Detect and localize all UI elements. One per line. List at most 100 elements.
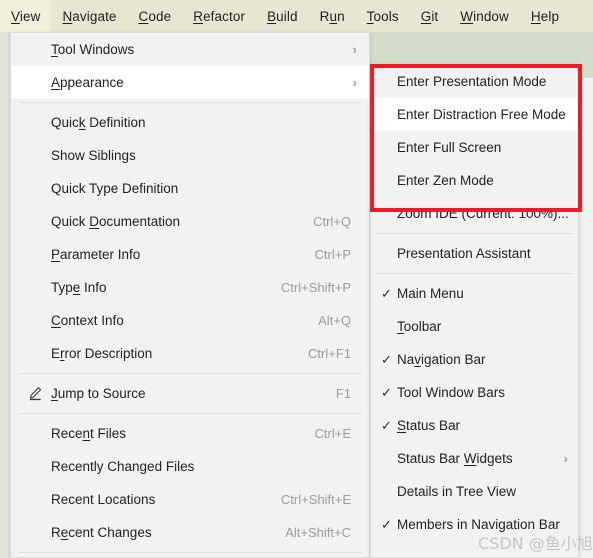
checkmark-icon: ✓ <box>381 385 392 400</box>
view-menu-item-recent-changes[interactable]: Recent Changes Alt+Shift+C <box>11 516 369 549</box>
menubar-item-label: Tools <box>366 8 399 24</box>
menubar-item-label: Code <box>138 8 172 24</box>
appearance-menu-item-navigation-bar[interactable]: ✓ Navigation Bar <box>371 343 578 376</box>
menu-separator <box>19 552 361 553</box>
menu-separator <box>19 102 361 103</box>
view-menu-item-recent-files[interactable]: Recent Files Ctrl+E <box>11 417 369 450</box>
menu-item-label: Status Bar <box>397 418 461 433</box>
menubar-item-help[interactable]: Help <box>520 0 570 32</box>
checkmark-icon: ✓ <box>381 286 392 301</box>
menu-item-shortcut: Ctrl+Q <box>313 214 351 229</box>
menu-item-label: Type Info <box>51 280 107 295</box>
menubar-item-refactor[interactable]: Refactor <box>182 0 256 32</box>
menu-item-label: Enter Distraction Free Mode <box>397 107 566 122</box>
menu-item-label: Presentation Assistant <box>397 246 531 261</box>
menu-item-label: Tool Windows <box>51 42 135 57</box>
appearance-menu-item-presentation-assistant[interactable]: Presentation Assistant <box>371 237 578 270</box>
menubar-item-label: View <box>11 8 41 24</box>
appearance-menu-item-enter-distraction-free-mode[interactable]: Enter Distraction Free Mode <box>371 98 578 131</box>
menu-separator <box>19 373 361 374</box>
view-menu-item-jump-to-source[interactable]: Jump to Source F1 <box>11 377 369 410</box>
menu-item-shortcut: Alt+Shift+C <box>285 525 351 540</box>
view-menu-item-quick-type-definition[interactable]: Quick Type Definition <box>11 172 369 205</box>
menubar-item-code[interactable]: Code <box>128 0 183 32</box>
appearance-menu-item-enter-presentation-mode[interactable]: Enter Presentation Mode <box>371 65 578 98</box>
watermark-text: CSDN @鱼小旭 <box>478 534 593 553</box>
menubar-item-label: Help <box>530 8 560 24</box>
view-menu-item-recent-locations[interactable]: Recent Locations Ctrl+Shift+E <box>11 483 369 516</box>
menubar-item-build[interactable]: Build <box>256 0 309 32</box>
menu-item-shortcut: Ctrl+F1 <box>308 346 351 361</box>
menubar-item-label: Navigate <box>62 8 117 24</box>
screen: View Navigate Code Refactor Build Run Tools Git… <box>0 0 593 558</box>
menubar-item-label: Window <box>460 8 509 24</box>
view-menu-item-error-description[interactable]: Error Description Ctrl+F1 <box>11 337 369 370</box>
view-menu-item-parameter-info[interactable]: Parameter Info Ctrl+P <box>11 238 369 271</box>
menu-item-label: Enter Zen Mode <box>397 173 494 188</box>
view-menu-item-quick-documentation[interactable]: Quick Documentation Ctrl+Q <box>11 205 369 238</box>
appearance-submenu: Enter Presentation Mode Enter Distraction… <box>370 64 579 558</box>
menu-item-label: Enter Presentation Mode <box>397 74 547 89</box>
menu-item-label: Status Bar Widgets <box>397 451 513 466</box>
menu-separator <box>377 273 572 274</box>
chevron-right-icon: › <box>352 42 357 57</box>
view-menu-item-context-info[interactable]: Context Info Alt+Q <box>11 304 369 337</box>
menu-separator <box>377 233 572 234</box>
menu-item-label: Parameter Info <box>51 247 141 262</box>
menu-item-label: Zoom IDE (Current: 100%)... <box>397 206 569 221</box>
view-menu-item-appearance[interactable]: Appearance › <box>11 66 369 99</box>
chevron-right-icon: › <box>352 75 357 90</box>
menubar-item-label: Run <box>319 8 345 24</box>
appearance-menu-item-details-in-tree-view[interactable]: Details in Tree View <box>371 475 578 508</box>
menu-item-label: Quick Type Definition <box>51 181 179 196</box>
view-menu-item-recently-changed-files[interactable]: Recently Changed Files <box>11 450 369 483</box>
appearance-menu-item-tool-window-bars[interactable]: ✓ Tool Window Bars <box>371 376 578 409</box>
menu-item-label: Enter Full Screen <box>397 140 502 155</box>
menu-item-label: Navigation Bar <box>397 352 486 367</box>
menu-item-label: Details in Tree View <box>397 484 517 499</box>
menubar-item-git[interactable]: Git <box>410 0 450 32</box>
appearance-menu-item-status-bar-widgets[interactable]: Status Bar Widgets › <box>371 442 578 475</box>
menu-item-shortcut: Ctrl+P <box>314 247 351 262</box>
menu-item-label: Recently Changed Files <box>51 459 195 474</box>
main-menu-bar: View Navigate Code Refactor Build Run Tools Git… <box>0 0 593 32</box>
appearance-menu-item-main-menu[interactable]: ✓ Main Menu <box>371 277 578 310</box>
menubar-item-label: Git <box>420 8 439 24</box>
view-dropdown-menu: Tool Windows › Appearance › Quick Definition… <box>10 32 370 558</box>
menubar-item-run[interactable]: Run <box>309 0 356 32</box>
menu-item-label: Appearance <box>51 75 124 90</box>
appearance-menu-item-enter-zen-mode[interactable]: Enter Zen Mode <box>371 164 578 197</box>
view-menu-item-quick-definition[interactable]: Quick Definition <box>11 106 369 139</box>
menu-item-label: Jump to Source <box>51 386 146 401</box>
menu-item-shortcut: F1 <box>335 386 351 401</box>
view-menu-item-tool-windows[interactable]: Tool Windows › <box>11 33 369 66</box>
checkmark-icon: ✓ <box>381 517 392 532</box>
menu-item-shortcut: Ctrl+Shift+E <box>280 492 351 507</box>
appearance-menu-item-toolbar[interactable]: Toolbar <box>371 310 578 343</box>
menu-item-label: Quick Documentation <box>51 214 181 229</box>
view-menu-item-type-info[interactable]: Type Info Ctrl+Shift+P <box>11 271 369 304</box>
menu-item-label: Recent Changes <box>51 525 152 540</box>
menubar-item-tools[interactable]: Tools <box>356 0 410 32</box>
appearance-menu-item-status-bar[interactable]: ✓ Status Bar <box>371 409 578 442</box>
appearance-menu-item-enter-full-screen[interactable]: Enter Full Screen <box>371 131 578 164</box>
checkmark-icon: ✓ <box>381 352 392 367</box>
menu-item-label: Main Menu <box>397 286 464 301</box>
checkmark-icon: ✓ <box>381 418 392 433</box>
pencil-icon <box>27 386 43 402</box>
menubar-item-label: Refactor <box>193 8 246 24</box>
menu-separator <box>19 413 361 414</box>
appearance-menu-item-zoom-ide-current-100[interactable]: Zoom IDE (Current: 100%)... <box>371 197 578 230</box>
editor-background-left <box>0 32 10 558</box>
menubar-item-window[interactable]: Window <box>449 0 520 32</box>
menu-item-shortcut: Ctrl+Shift+P <box>280 280 351 295</box>
menu-item-label: Toolbar <box>397 319 442 334</box>
menubar-item-navigate[interactable]: Navigate <box>51 0 127 32</box>
menu-item-label: Tool Window Bars <box>397 385 506 400</box>
view-menu-item-show-siblings[interactable]: Show Siblings <box>11 139 369 172</box>
menubar-item-view[interactable]: View <box>0 0 52 32</box>
chevron-right-icon: › <box>563 451 568 466</box>
menu-item-label: Recent Files <box>51 426 127 441</box>
menu-item-label: Quick Definition <box>51 115 146 130</box>
menu-item-label: Recent Locations <box>51 492 156 507</box>
